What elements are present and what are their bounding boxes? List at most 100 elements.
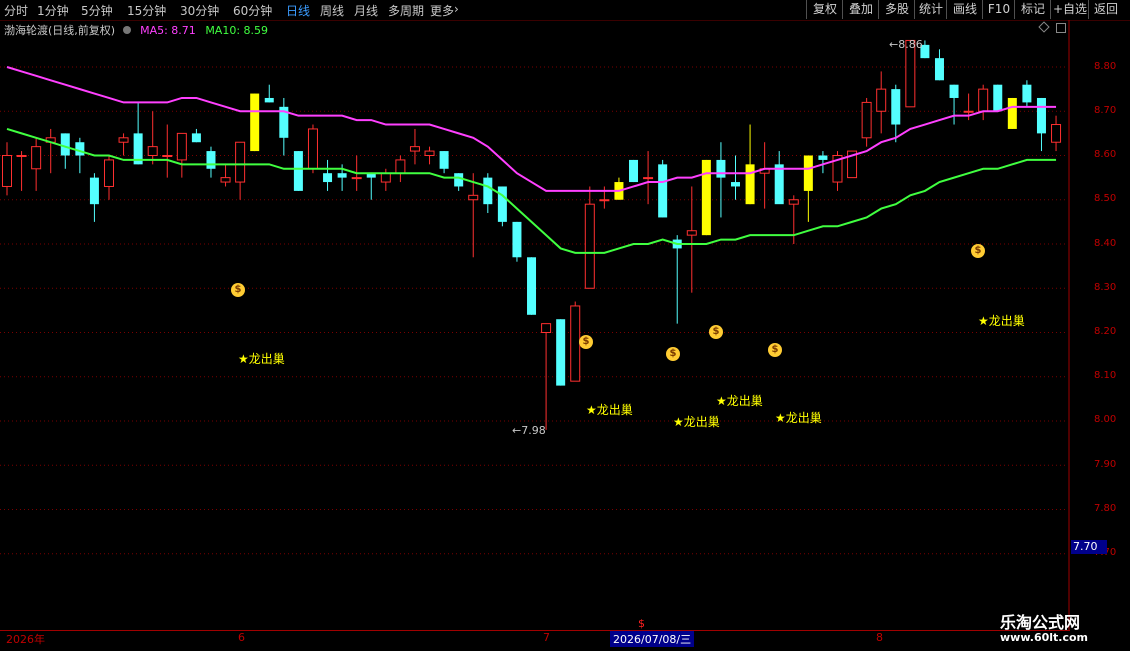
candle-body [1036, 97, 1046, 134]
restore-rights-button[interactable]: 复权 [806, 0, 843, 19]
y-tick-label: 8.10 [1094, 370, 1117, 381]
candle-body [2, 155, 12, 187]
candle-body [876, 88, 887, 112]
y-tick-label: 8.70 [1094, 105, 1117, 116]
candle-body [220, 177, 231, 183]
candle-body [716, 159, 726, 178]
tab-more[interactable]: 更多 [430, 2, 454, 19]
candle-body [176, 132, 187, 161]
candle-body [191, 133, 201, 143]
candle-body [527, 257, 537, 315]
x-axis [0, 630, 1070, 651]
candle-body [963, 110, 974, 113]
tab-weekly[interactable]: 周线 [320, 2, 344, 19]
tab-monthly[interactable]: 月线 [354, 2, 378, 19]
y-tick-label: 7.90 [1094, 459, 1117, 470]
candle-body [250, 93, 260, 152]
draw-line-button[interactable]: 画线 [946, 0, 983, 19]
period-toolbar: 分时 1分钟 5分钟 15分钟 30分钟 60分钟 日线 周线 月线 多周期 更… [0, 0, 1130, 21]
statistics-button[interactable]: 统计 [914, 0, 947, 19]
candle-body [307, 128, 318, 170]
signal-dollar-icon: $ [638, 617, 645, 630]
candle-body [235, 141, 246, 183]
candle-body [454, 173, 464, 187]
candle-body [512, 221, 522, 258]
f10-button[interactable]: F10 [982, 0, 1015, 19]
x-year-label: 2026年 [6, 633, 45, 646]
candle-body [891, 89, 901, 125]
watermark-title: 乐淘公式网 [1000, 613, 1081, 632]
candle-body [323, 173, 333, 183]
candle-body [629, 159, 639, 183]
kline-chart[interactable] [0, 20, 1118, 630]
candle-body [1051, 124, 1062, 143]
current-price-marker: 7.70 [1071, 540, 1107, 554]
y-tick-label: 8.40 [1094, 238, 1117, 249]
money-bag-icon: $ [971, 244, 985, 258]
mark-button[interactable]: 标记 [1014, 0, 1051, 19]
candle-body [206, 151, 216, 169]
signal-label: ★龙出巢 [238, 352, 285, 366]
candle-body [483, 177, 493, 205]
candle-body [395, 159, 406, 174]
high-price-label: ←8.86 [889, 38, 923, 51]
y-tick-label: 8.30 [1094, 282, 1117, 293]
signal-label: ★龙出巢 [716, 394, 763, 408]
overlay-button[interactable]: 叠加 [842, 0, 879, 19]
more-chevron-icon[interactable]: › [454, 2, 459, 16]
back-button[interactable]: 返回 [1088, 0, 1123, 19]
y-tick-label: 8.00 [1094, 414, 1117, 425]
x-month-label: 8 [876, 631, 883, 644]
ma10-line [6, 127, 1057, 254]
tab-1min[interactable]: 1分钟 [37, 2, 69, 19]
candle-body [380, 172, 391, 183]
candle-body [949, 84, 959, 98]
candle-body [337, 173, 347, 178]
x-month-label: 7 [543, 631, 550, 644]
candle-body [89, 177, 99, 205]
low-price-label: ←7.98 [512, 424, 546, 437]
candle-body [1007, 97, 1017, 129]
candle-body [497, 186, 507, 222]
candle-body [147, 146, 158, 157]
money-bag-icon: $ [768, 343, 782, 357]
candle-body [60, 133, 70, 156]
y-tick-label: 8.50 [1094, 193, 1117, 204]
money-bag-icon: $ [579, 335, 593, 349]
money-bag-icon: $ [231, 283, 245, 297]
candle-body [861, 101, 872, 139]
candle-body [409, 146, 420, 152]
tab-daily[interactable]: 日线 [286, 2, 310, 19]
candle-body [75, 142, 85, 156]
multi-stock-button[interactable]: 多股 [878, 0, 915, 19]
candle-body [31, 146, 42, 170]
candle-body [162, 155, 173, 157]
candle-body [599, 199, 610, 202]
candle-body [16, 155, 27, 157]
candle-body [788, 199, 799, 205]
money-bag-icon: $ [666, 347, 680, 361]
candle-body [745, 164, 755, 205]
tab-15min[interactable]: 15分钟 [127, 2, 166, 19]
watermark-url: www.60lt.com [1000, 631, 1089, 644]
add-favorite-button[interactable]: +自选 [1050, 0, 1089, 19]
tab-30min[interactable]: 30分钟 [180, 2, 219, 19]
tab-5min[interactable]: 5分钟 [81, 2, 113, 19]
ma5-line [6, 66, 1057, 192]
candle-body [439, 151, 449, 169]
candle-body [643, 177, 654, 180]
cursor-date-label: 2026/07/08/三 [610, 631, 695, 647]
candle-body [541, 323, 552, 333]
candle-body [731, 182, 740, 187]
candle-body [686, 230, 697, 236]
candle-body [351, 177, 362, 180]
tab-60min[interactable]: 60分钟 [233, 2, 272, 19]
signal-label: ★龙出巢 [586, 403, 633, 417]
candle-body [264, 97, 274, 103]
tab-multi-period[interactable]: 多周期 [388, 2, 424, 19]
candle-body [774, 164, 784, 205]
money-bag-icon: $ [709, 325, 723, 339]
y-tick-label: 8.80 [1094, 61, 1117, 72]
tab-fenshi[interactable]: 分时 [4, 2, 28, 19]
candle-body [103, 159, 114, 187]
